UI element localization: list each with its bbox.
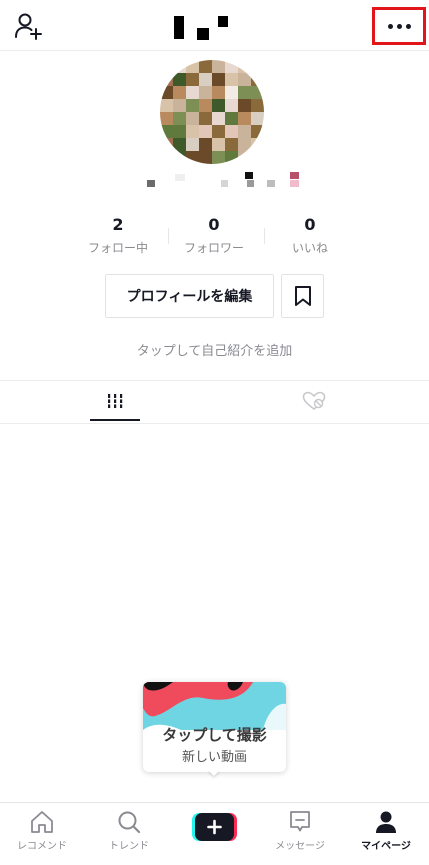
username-redacted <box>145 170 305 190</box>
likes-label: いいね <box>291 241 328 255</box>
record-prompt-illustration <box>143 682 286 730</box>
followers-label: フォロワー <box>183 241 244 255</box>
nav-mypage-label: マイページ <box>361 841 411 852</box>
search-icon <box>118 811 141 834</box>
nav-mypage[interactable]: マイページ <box>346 809 426 857</box>
more-horizontal-icon <box>386 23 413 29</box>
home-icon <box>31 811 53 833</box>
tab-liked[interactable] <box>289 381 339 421</box>
add-friend-button[interactable] <box>14 12 44 40</box>
liked-heart-icon <box>302 391 326 411</box>
nav-trend-label: トレンド <box>109 841 149 852</box>
bookmark-icon <box>294 286 311 306</box>
edit-profile-button[interactable]: プロフィールを編集 <box>105 274 274 318</box>
create-video-button[interactable] <box>192 813 237 841</box>
following-label: フォロー中 <box>87 241 148 255</box>
nav-messages[interactable]: メッセージ <box>260 809 340 857</box>
profile-header <box>0 0 429 51</box>
tab-videos[interactable] <box>90 381 140 421</box>
active-tab-indicator <box>90 419 140 421</box>
followers-stat[interactable]: 0 フォロワー <box>166 214 262 256</box>
record-prompt-title: タップして撮影 <box>162 726 267 744</box>
nav-recommend[interactable]: レコメンド <box>2 809 82 857</box>
add-bio-link[interactable]: タップして自己紹介を追加 <box>0 340 429 359</box>
more-options-button[interactable] <box>372 7 426 45</box>
followers-count: 0 <box>208 215 220 234</box>
profile-icon <box>376 811 396 833</box>
create-plus-icon <box>192 813 237 841</box>
person-add-icon <box>15 13 42 40</box>
nav-trend[interactable]: トレンド <box>89 809 169 857</box>
content-tabs <box>0 380 429 424</box>
likes-stat[interactable]: 0 いいね <box>262 214 358 256</box>
profile-stats: 2 フォロー中 0 フォロワー 0 いいね <box>70 214 360 258</box>
following-count: 2 <box>112 215 124 234</box>
bottom-navigation: レコメンド トレンド メッセージ マイページ <box>0 802 429 865</box>
following-stat[interactable]: 2 フォロー中 <box>70 214 166 256</box>
avatar[interactable] <box>160 60 264 164</box>
favorites-button[interactable] <box>281 274 324 318</box>
likes-count: 0 <box>304 215 316 234</box>
nav-messages-label: メッセージ <box>275 841 325 852</box>
inbox-icon <box>290 811 310 832</box>
record-prompt-card[interactable]: タップして撮影 新しい動画 <box>143 682 286 772</box>
videos-grid-icon <box>106 394 124 408</box>
username-title-redacted <box>174 16 230 42</box>
nav-recommend-label: レコメンド <box>17 841 67 852</box>
record-prompt-subtitle: 新しい動画 <box>181 750 247 765</box>
record-prompt-pointer <box>208 770 220 776</box>
